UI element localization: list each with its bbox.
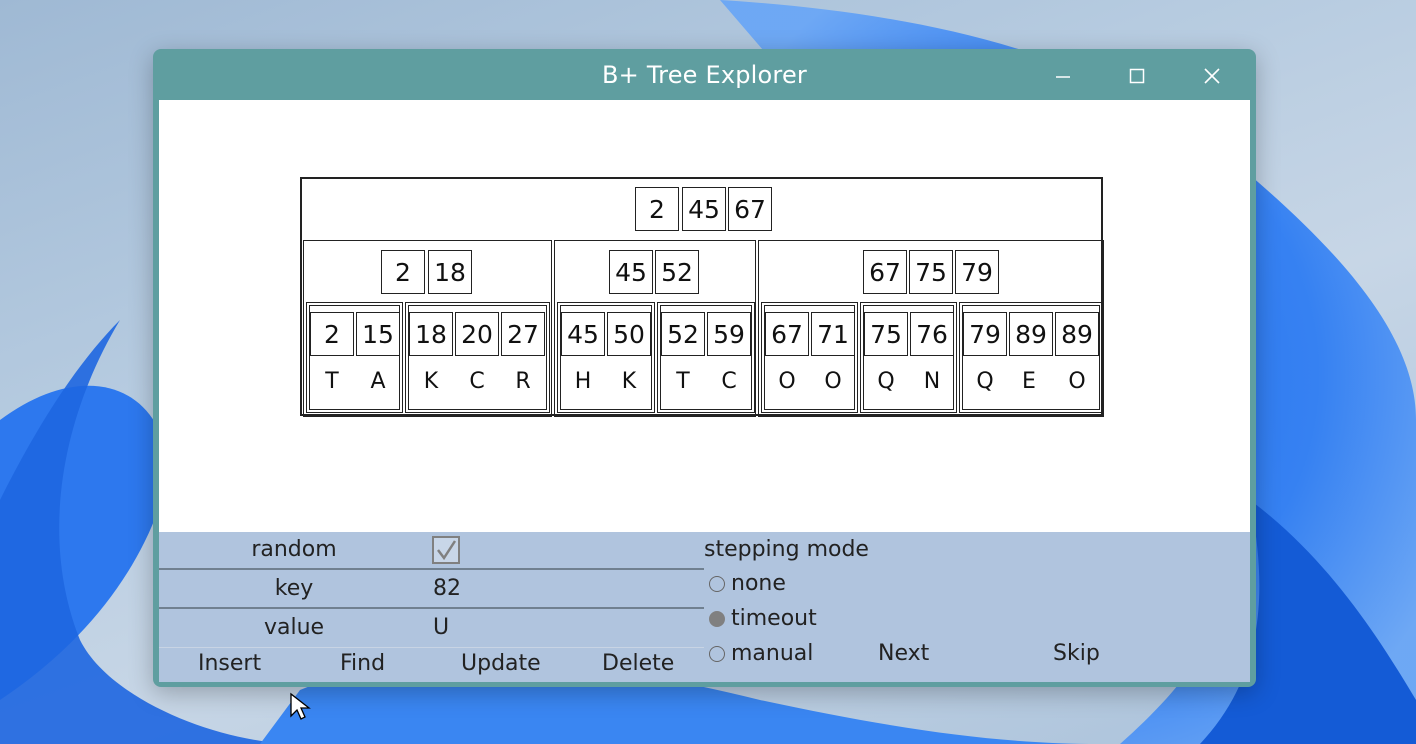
- radio-timeout[interactable]: timeout: [709, 606, 817, 631]
- leaf-key: 89: [1055, 312, 1099, 356]
- value-label: value: [263, 615, 325, 640]
- internal-key: 67: [863, 250, 907, 294]
- delete-button[interactable]: Delete: [602, 651, 674, 676]
- leaf-value: C: [469, 369, 485, 394]
- leaf-value: T: [676, 369, 690, 394]
- radio-manual-circle: [709, 645, 725, 662]
- internal-node: 2 18 2 15 T A 18 20 27 K C R: [303, 240, 552, 417]
- close-button[interactable]: [1188, 57, 1236, 95]
- leaf-value: N: [923, 369, 941, 394]
- internal-key: 75: [909, 250, 953, 294]
- leaf-key: 76: [910, 312, 954, 356]
- root-key: 67: [728, 187, 772, 231]
- leaf-value: C: [721, 369, 737, 394]
- tree-root-frame: 2 45 67 2 18 2 15 T A 18 20 27 K C R 45 …: [300, 177, 1104, 417]
- leaf-value: K: [423, 369, 439, 394]
- leaf-value: T: [325, 369, 339, 394]
- value-row: value U: [159, 609, 704, 648]
- leaf-key: 67: [765, 312, 809, 356]
- radio-timeout-circle: [709, 610, 725, 627]
- leaf-node: 52 59 T C: [657, 302, 755, 413]
- internal-node: 45 52 45 50 H K 52 59 T C: [554, 240, 756, 417]
- root-key: 2: [635, 187, 679, 231]
- leaf-node: 75 76 Q N: [860, 302, 957, 413]
- skip-button[interactable]: Skip: [1053, 641, 1100, 666]
- leaf-node: 79 89 89 Q E O: [959, 302, 1103, 413]
- root-key: 45: [682, 187, 726, 231]
- leaf-value: O: [1068, 369, 1086, 394]
- leaf-key: 45: [561, 312, 605, 356]
- minimize-button[interactable]: [1039, 57, 1087, 95]
- update-button[interactable]: Update: [461, 651, 541, 676]
- leaf-value: A: [370, 369, 386, 394]
- leaf-value: H: [574, 369, 592, 394]
- control-panel: random key 82 value U Insert Find Update…: [159, 532, 1250, 682]
- radio-none-circle: [709, 575, 725, 592]
- next-button[interactable]: Next: [878, 641, 929, 666]
- leaf-key: 75: [864, 312, 908, 356]
- leaf-key: 18: [409, 312, 453, 356]
- leaf-key: 20: [455, 312, 499, 356]
- leaf-key: 71: [811, 312, 855, 356]
- key-input[interactable]: 82: [433, 576, 461, 601]
- internal-key: 45: [609, 250, 653, 294]
- stepping-mode-label: stepping mode: [704, 537, 869, 562]
- radio-none-label: none: [731, 571, 786, 596]
- value-input[interactable]: U: [433, 615, 449, 640]
- tree-canvas: 2 45 67 2 18 2 15 T A 18 20 27 K C R 45 …: [159, 100, 1250, 532]
- leaf-value: O: [824, 369, 842, 394]
- internal-node: 67 75 79 67 71 O O 75 76 Q N 79 89 89 Q …: [758, 240, 1104, 417]
- divider: [159, 647, 704, 648]
- window-title: B+ Tree Explorer: [602, 61, 807, 89]
- leaf-value: Q: [976, 369, 994, 394]
- insert-button[interactable]: Insert: [198, 651, 261, 676]
- internal-key: 2: [381, 250, 425, 294]
- mouse-cursor-icon: [290, 692, 311, 720]
- minimize-icon: [1056, 76, 1070, 78]
- leaf-value: R: [515, 369, 531, 394]
- leaf-key: 79: [963, 312, 1007, 356]
- radio-timeout-label: timeout: [731, 606, 817, 631]
- leaf-key: 89: [1009, 312, 1053, 356]
- leaf-key: 2: [310, 312, 354, 356]
- radio-manual-label: manual: [731, 641, 814, 666]
- leaf-value: K: [621, 369, 637, 394]
- maximize-icon: [1129, 68, 1145, 84]
- leaf-node: 45 50 H K: [557, 302, 655, 413]
- leaf-key: 15: [356, 312, 400, 356]
- leaf-key: 52: [661, 312, 705, 356]
- random-label: random: [251, 537, 337, 562]
- radio-manual[interactable]: manual: [709, 641, 813, 666]
- leaf-key: 27: [501, 312, 545, 356]
- internal-key: 79: [955, 250, 999, 294]
- app-window: B+ Tree Explorer 2 45 67 2 18 2 15 T A 1…: [153, 49, 1256, 687]
- leaf-value: Q: [877, 369, 895, 394]
- internal-key: 52: [655, 250, 699, 294]
- maximize-button[interactable]: [1113, 57, 1161, 95]
- radio-none[interactable]: none: [709, 571, 786, 596]
- leaf-node: 2 15 T A: [306, 302, 403, 413]
- leaf-key: 59: [707, 312, 751, 356]
- leaf-key: 50: [607, 312, 651, 356]
- key-row: key 82: [159, 570, 704, 609]
- leaf-value: E: [1022, 369, 1036, 394]
- key-label: key: [274, 576, 314, 601]
- internal-key: 18: [428, 250, 472, 294]
- leaf-node: 18 20 27 K C R: [405, 302, 550, 413]
- random-checkbox[interactable]: [432, 536, 460, 564]
- title-bar[interactable]: B+ Tree Explorer: [153, 49, 1256, 100]
- leaf-node: 67 71 O O: [761, 302, 858, 413]
- leaf-value: O: [778, 369, 796, 394]
- random-row: random: [159, 532, 704, 570]
- checkmark-icon: [437, 540, 457, 561]
- close-icon: [1204, 68, 1220, 84]
- find-button[interactable]: Find: [340, 651, 385, 676]
